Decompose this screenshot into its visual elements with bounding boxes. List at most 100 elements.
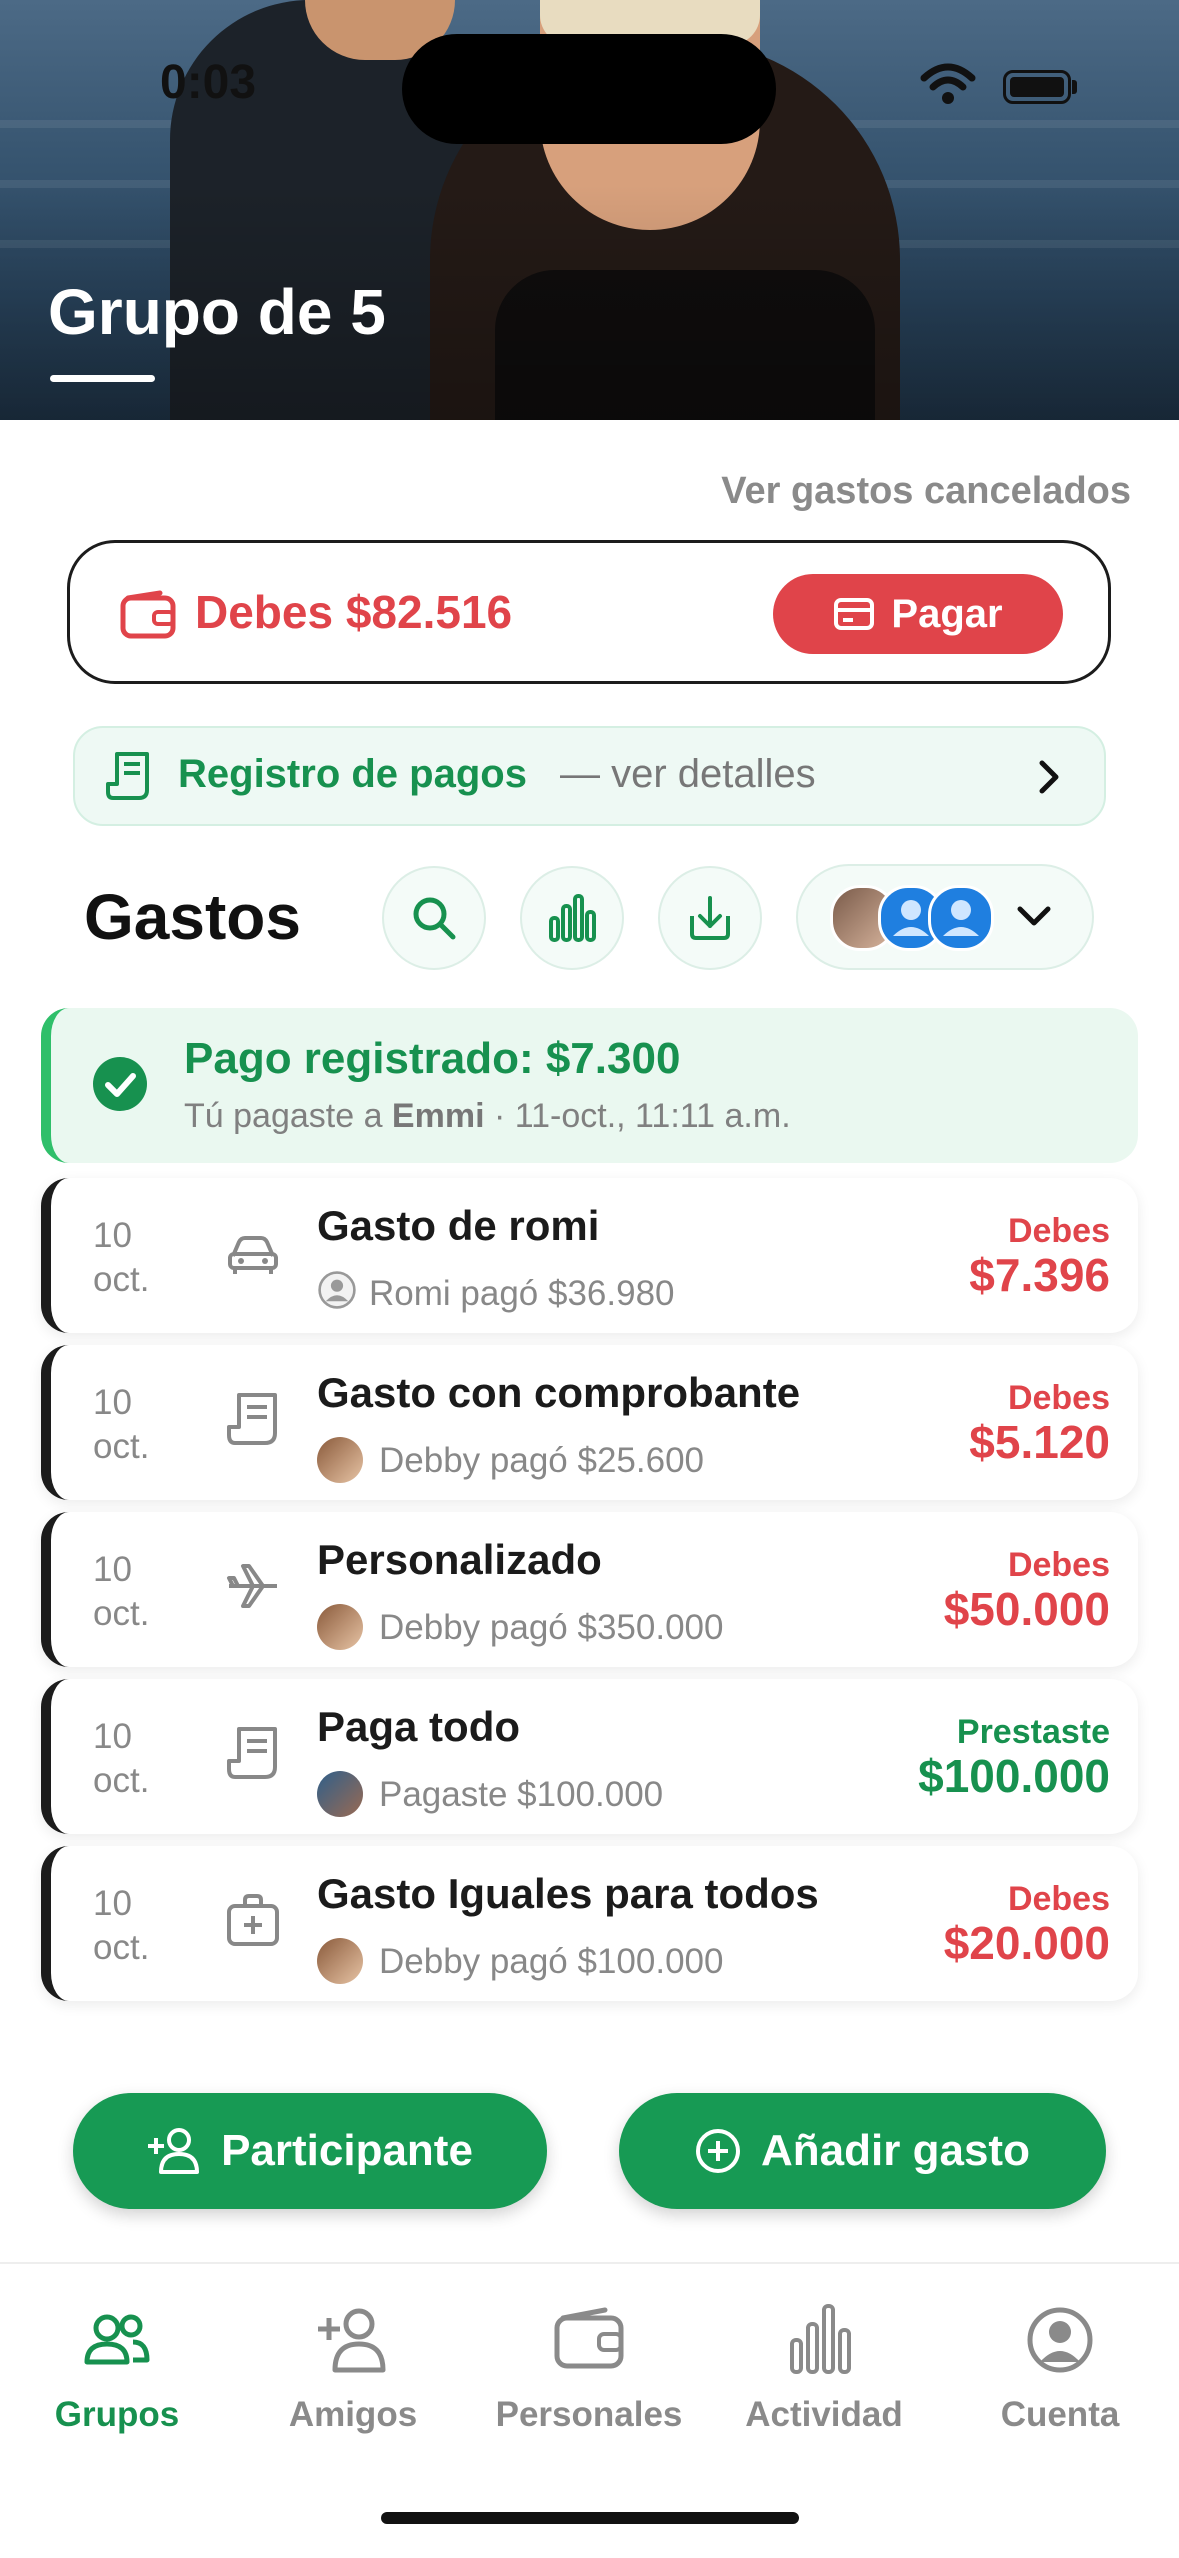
tab-grupos[interactable]: Grupos (17, 2300, 217, 2435)
payment-sub-prefix: Tú pagaste a (184, 1097, 392, 1135)
expenses-heading: Gastos (84, 881, 301, 953)
add-expense-button[interactable]: Añadir gasto (619, 2093, 1106, 2209)
add-expense-label: Añadir gasto (761, 2126, 1030, 2175)
add-participant-button[interactable]: Participante (73, 2093, 547, 2209)
expense-day: 10 (93, 1550, 132, 1589)
tab-label: Cuenta (1000, 2395, 1120, 2434)
expense-day: 10 (93, 1383, 132, 1422)
expense-title: Gasto con comprobante (317, 1369, 801, 1416)
expense-status: Debes (1007, 1546, 1110, 1584)
expense-status: Prestaste (956, 1713, 1110, 1751)
pay-button-label: Pagar (891, 591, 1003, 636)
expense-amount: $5.120 (969, 1416, 1110, 1468)
expense-month: oct. (93, 1427, 150, 1466)
stats-button[interactable] (520, 866, 624, 970)
expense-row[interactable]: 10 oct. Gasto de romi Romi pagó $36.980 D… (41, 1178, 1138, 1333)
search-icon (413, 897, 456, 940)
expense-title: Gasto Iguales para todos (317, 1870, 819, 1917)
expense-status: Debes (1007, 1379, 1110, 1417)
wifi-icon (920, 63, 976, 104)
chevron-right-icon (1039, 760, 1059, 794)
plus-circle-icon (696, 2129, 741, 2173)
card-icon (834, 598, 875, 630)
expense-date: 10 oct. (93, 1715, 149, 1803)
expense-title: Paga todo (317, 1703, 521, 1750)
airplane-icon (227, 1564, 277, 1608)
add-friend-icon (318, 2308, 386, 2373)
debt-amount: Debes $82.516 (195, 586, 513, 638)
title-underline (50, 375, 155, 382)
download-icon (690, 896, 730, 940)
expense-amount: $100.000 (918, 1750, 1110, 1802)
expense-day: 10 (93, 1884, 132, 1923)
download-button[interactable] (658, 866, 762, 970)
group-title: Grupo de 5 (48, 276, 386, 348)
expense-amount: $50.000 (943, 1583, 1110, 1635)
expense-day: 10 (93, 1216, 132, 1255)
payments-log-detail: — ver detalles (560, 752, 816, 796)
expense-title: Gasto de romi (317, 1202, 600, 1249)
check-circle-icon (93, 1057, 147, 1111)
expense-amount: $7.396 (969, 1249, 1110, 1301)
receipt-icon (106, 752, 149, 800)
expense-month: oct. (93, 1260, 150, 1299)
search-button[interactable] (382, 866, 486, 970)
expense-payer: Debby pagó $350.000 (379, 1608, 724, 1647)
expense-row[interactable]: 10 oct. Gasto Iguales para todos Debby pa… (41, 1846, 1138, 2001)
expense-date: 10 oct. (93, 1882, 149, 1970)
person-icon (943, 900, 979, 936)
expense-month: oct. (93, 1594, 150, 1633)
dynamic-island (402, 34, 776, 144)
member-avatar-default (928, 885, 994, 951)
expense-row[interactable]: 10 oct. Gasto con comprobante Debby pagó … (41, 1345, 1138, 1500)
avatar (317, 1437, 363, 1483)
chevron-down-icon (1017, 906, 1051, 926)
payment-sub-suffix: · 11-oct., 11:11 a.m. (484, 1097, 791, 1135)
avatar (317, 1604, 363, 1650)
tab-label: Personales (495, 2395, 683, 2434)
status-time: 0:03 (160, 56, 257, 109)
pay-button[interactable]: Pagar (773, 574, 1063, 654)
car-icon (228, 1236, 278, 1274)
tab-personales[interactable]: Personales (489, 2300, 689, 2435)
payment-title: Pago registrado: $7.300 (184, 1034, 681, 1083)
avatar (317, 1938, 363, 1984)
wallet-icon (554, 2307, 624, 2369)
wallet-icon (120, 590, 176, 639)
expense-status: Debes (1007, 1880, 1110, 1918)
receipt-icon (227, 1393, 277, 1445)
battery-cap (1072, 80, 1077, 94)
expense-date: 10 oct. (93, 1548, 149, 1636)
expense-date: 10 oct. (93, 1381, 149, 1469)
expense-month: oct. (93, 1761, 150, 1800)
tab-actividad[interactable]: Actividad (724, 2300, 924, 2435)
expense-row[interactable]: 10 oct. Paga todo Pagaste $100.000 Presta… (41, 1679, 1138, 1834)
payment-subtitle: Tú pagaste a Emmi · 11-oct., 11:11 a.m. (184, 1097, 791, 1136)
medkit-icon (227, 1894, 279, 1946)
expense-payer: Debby pagó $100.000 (379, 1942, 724, 1981)
tab-label: Actividad (745, 2395, 903, 2434)
tab-cuenta[interactable]: Cuenta (960, 2300, 1160, 2435)
expense-payer: Romi pagó $36.980 (369, 1274, 675, 1313)
payment-recipient: Emmi (391, 1097, 485, 1135)
add-participant-label: Participante (221, 2126, 473, 2175)
receipt-icon (227, 1727, 277, 1779)
payments-log-label: Registro de pagos (178, 752, 527, 796)
tab-label: Grupos (54, 2395, 180, 2434)
expense-title: Personalizado (317, 1536, 602, 1583)
tab-amigos[interactable]: Amigos (253, 2300, 453, 2435)
activity-chart-icon (790, 2304, 851, 2374)
payment-registered-card[interactable] (41, 1008, 1138, 1163)
tab-label: Amigos (288, 2395, 418, 2434)
groups-icon (84, 2314, 150, 2365)
person-icon (318, 1271, 356, 1309)
add-person-icon (148, 2128, 200, 2174)
home-indicator (381, 2512, 799, 2524)
bar-chart-icon (549, 894, 596, 942)
expense-day: 10 (93, 1717, 132, 1756)
expense-row[interactable]: 10 oct. Personalizado Debby pagó $350.000… (41, 1512, 1138, 1667)
expense-amount: $20.000 (943, 1917, 1110, 1969)
expense-month: oct. (93, 1928, 150, 1967)
cancelled-expenses-link[interactable]: Ver gastos cancelados (721, 470, 1131, 513)
account-icon (1027, 2307, 1093, 2373)
